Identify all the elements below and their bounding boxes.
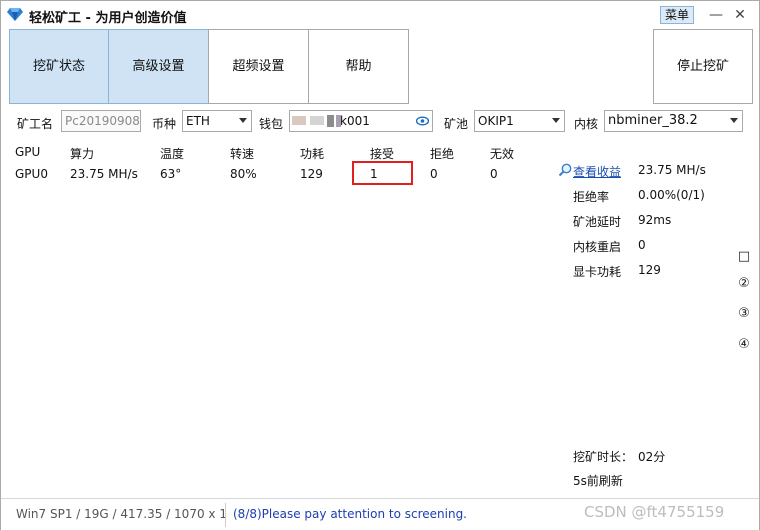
wallet-mask [327,115,334,127]
reject-rate-label: 拒绝率 [573,190,610,204]
miner-name-label: 矿工名 [17,117,54,131]
stat-hashrate: 23.75 MH/s [638,163,706,177]
refresh-text: 5s前刷新 [573,474,623,488]
wallet-mask [310,116,324,125]
col-header-accepted: 接受 [370,147,395,161]
circled-four-icon[interactable]: ④ [737,338,751,352]
stop-mining-button[interactable]: 停止挖矿 [653,29,753,104]
table-cell-gpu: GPU0 [15,167,48,181]
status-divider [225,503,226,527]
table-cell-fan: 80% [230,167,257,181]
title-bar: 轻松矿工 - 为用户创造价值 菜单 — ✕ [1,1,759,29]
kernel-restart-value: 0 [638,238,646,252]
chevron-down-icon [730,118,738,123]
status-notice: (8/8)Please pay attention to screening. [233,507,467,521]
coin-select-value: ETH [186,114,210,128]
menu-button[interactable]: 菜单 [660,6,694,24]
table-cell-power: 129 [300,167,323,181]
wallet-value: k001 [340,114,370,128]
app-window: 轻松矿工 - 为用户创造价值 菜单 — ✕ 挖矿状态 高级设置 超频设置 帮助 … [0,0,760,530]
table-cell-invalid: 0 [490,167,498,181]
pool-select-value: OKIP1 [478,114,514,128]
tab-mining-status[interactable]: 挖矿状态 [9,29,109,104]
kernel-select-value: nbminer_38.2 [608,113,698,128]
wallet-field[interactable]: k001 [289,110,433,132]
table-cell-rejected: 0 [430,167,438,181]
tab-help[interactable]: 帮助 [308,29,409,104]
watermark: CSDN @ft4755159 [584,503,725,521]
reject-rate-value: 0.00%(0/1) [638,188,705,202]
coin-label: 币种 [152,117,177,131]
window-title: 轻松矿工 - 为用户创造价值 [29,11,187,26]
pool-latency-label: 矿池延时 [573,215,622,229]
minimize-icon[interactable]: — [706,5,726,25]
wallet-mask [292,116,306,125]
kernel-select[interactable]: nbminer_38.2 [604,110,743,132]
col-header-rejected: 拒绝 [430,147,455,161]
mining-time-label: 挖矿时长： [573,450,634,464]
circled-three-icon[interactable]: ③ [737,307,751,321]
circled-two-icon[interactable]: ② [737,277,751,291]
chevron-down-icon [239,118,247,123]
system-info: Win7 SP1 / 19G / 417.35 / 1070 x 1 [16,507,227,521]
col-header-temp: 温度 [160,147,185,161]
pool-label: 矿池 [444,117,469,131]
pool-latency-value: 92ms [638,213,672,227]
mining-time-value: 02分 [638,450,666,464]
miner-name-field[interactable]: Pc201909081 [61,110,141,132]
square-icon[interactable]: □ [737,250,751,264]
kernel-label: 内核 [574,117,599,131]
coin-select[interactable]: ETH [182,110,252,132]
wallet-label: 钱包 [259,117,284,131]
col-header-power: 功耗 [300,147,325,161]
tab-advanced-settings[interactable]: 高级设置 [108,29,209,104]
table-cell-temp: 63° [160,167,182,181]
kernel-restart-label: 内核重启 [573,240,622,254]
highlight-annotation-box [352,161,413,185]
close-icon[interactable]: ✕ [730,5,750,25]
magnifier-icon [558,163,572,177]
col-header-hashrate: 算力 [70,147,95,161]
eye-icon[interactable] [416,116,429,126]
chevron-down-icon [552,118,560,123]
col-header-invalid: 无效 [490,147,515,161]
tab-overclock-settings[interactable]: 超频设置 [208,29,309,104]
view-earnings-link[interactable]: 查看收益 [573,163,621,180]
col-header-fan: 转速 [230,147,255,161]
col-header-gpu: GPU [15,145,41,159]
gpu-power-value: 129 [638,263,661,277]
pool-select[interactable]: OKIP1 [474,110,565,132]
diamond-logo-icon [7,8,23,21]
gpu-power-label: 显卡功耗 [573,265,622,279]
table-cell-hashrate: 23.75 MH/s [70,167,138,181]
